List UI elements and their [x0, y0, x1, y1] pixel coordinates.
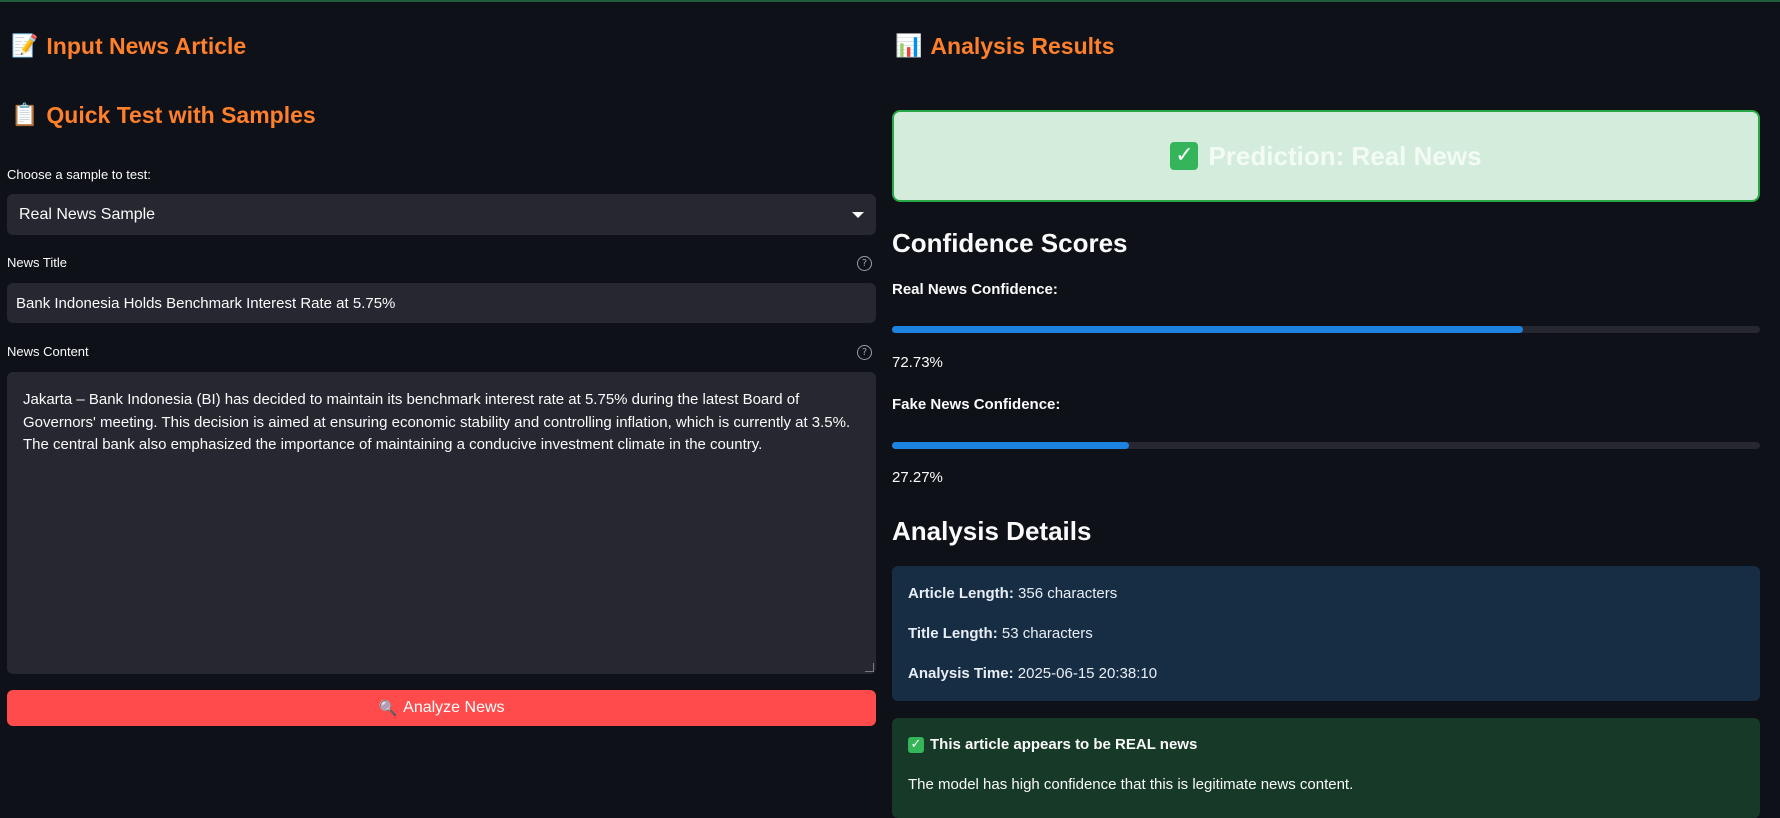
real-confidence-value: 72.73% — [892, 354, 943, 371]
details-box: Article Length: 356 characters Title Len… — [892, 566, 1760, 701]
memo-icon: 📝 — [11, 34, 39, 59]
title-length-label: Title Length: — [908, 625, 998, 642]
sample-select-label: Choose a sample to test: — [7, 167, 151, 182]
input-heading-text: Input News Article — [46, 33, 247, 59]
results-column: 📊 Analysis Results ✓ Prediction: Real Ne… — [892, 0, 1761, 818]
fake-confidence-fill — [892, 442, 1129, 449]
confidence-heading: Confidence Scores — [892, 228, 1128, 258]
samples-heading: 📋 Quick Test with Samples — [11, 102, 316, 129]
real-confidence-label: Real News Confidence: — [892, 281, 1058, 298]
check-icon: ✓ — [1170, 142, 1199, 170]
clipboard-icon: 📋 — [11, 103, 39, 128]
analysis-time-label: Analysis Time: — [908, 665, 1014, 682]
input-column: 📝 Input News Article 📋 Quick Test with S… — [7, 0, 876, 810]
prediction-box: ✓ Prediction: Real News — [892, 110, 1760, 202]
title-input-value: Bank Indonesia Holds Benchmark Interest … — [16, 294, 396, 312]
fake-confidence-bar — [892, 442, 1760, 449]
details-heading: Analysis Details — [892, 516, 1092, 546]
real-confidence-bar — [892, 326, 1760, 333]
analysis-time-value: 2025-06-15 20:38:10 — [1017, 665, 1158, 682]
real-confidence-fill — [892, 326, 1524, 333]
analyze-button[interactable]: 🔍 Analyze News — [7, 690, 876, 726]
results-heading-text: Analysis Results — [930, 33, 1115, 59]
article-length-line: Article Length: 356 characters — [908, 585, 1117, 602]
magnifier-icon: 🔍 — [378, 699, 398, 717]
prediction-text: Prediction: Real News — [1208, 140, 1482, 171]
analyze-button-label: Analyze News — [403, 699, 505, 716]
content-textarea[interactable]: Jakarta – Bank Indonesia (BI) has decide… — [7, 372, 876, 674]
title-input[interactable]: Bank Indonesia Holds Benchmark Interest … — [7, 283, 876, 323]
title-help-icon[interactable]: ? — [857, 256, 872, 271]
article-length-value: 356 characters — [1018, 585, 1118, 602]
fake-confidence-label: Fake News Confidence: — [892, 396, 1061, 413]
title-length-value: 53 characters — [1001, 625, 1093, 642]
analysis-time-line: Analysis Time: 2025-06-15 20:38:10 — [908, 665, 1157, 682]
resize-handle-icon[interactable] — [865, 663, 874, 672]
samples-heading-text: Quick Test with Samples — [46, 102, 316, 128]
verdict-title-row: ✓ This article appears to be REAL news — [908, 736, 1197, 753]
sample-select[interactable]: Real News Sample — [7, 194, 876, 235]
sample-select-value: Real News Sample — [19, 205, 156, 223]
check-icon: ✓ — [908, 736, 924, 753]
content-label: News Content — [7, 344, 89, 359]
title-label: News Title — [7, 255, 67, 270]
content-help-icon[interactable]: ? — [857, 345, 872, 360]
chevron-down-icon — [852, 211, 864, 218]
article-length-label: Article Length: — [908, 585, 1014, 602]
results-heading: 📊 Analysis Results — [895, 33, 1115, 60]
bar-chart-icon: 📊 — [895, 34, 923, 59]
verdict-text: The model has high confidence that this … — [908, 776, 1354, 793]
verdict-title: This article appears to be REAL news — [930, 736, 1198, 753]
title-length-line: Title Length: 53 characters — [908, 625, 1093, 642]
input-heading: 📝 Input News Article — [11, 33, 246, 60]
verdict-box: ✓ This article appears to be REAL news T… — [892, 718, 1760, 818]
fake-confidence-value: 27.27% — [892, 469, 943, 486]
content-textarea-value: Jakarta – Bank Indonesia (BI) has decide… — [23, 391, 851, 453]
